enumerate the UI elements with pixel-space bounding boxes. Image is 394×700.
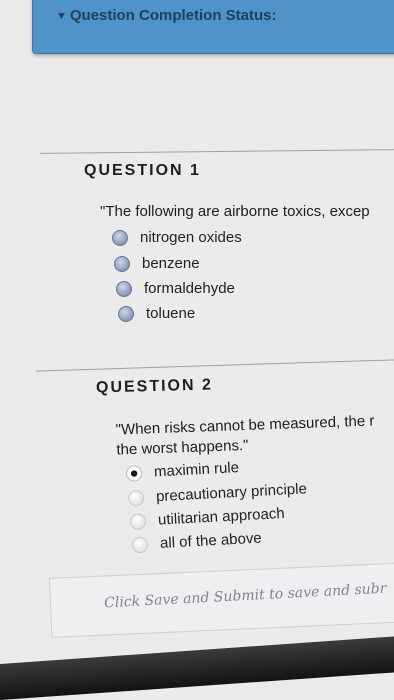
q2-option-2[interactable]: precautionary principle (127, 480, 308, 507)
completion-status-header[interactable]: ⯆ Question Completion Status: (32, 0, 394, 54)
option-label: utilitarian approach (157, 504, 286, 529)
option-label: precautionary principle (155, 480, 308, 506)
radio-button[interactable] (131, 536, 149, 553)
q2-option-1[interactable]: maximin rule (125, 459, 240, 482)
option-label: benzene (142, 255, 200, 272)
radio-button[interactable] (116, 280, 132, 297)
radio-button[interactable] (129, 512, 147, 530)
question-1-title: QUESTION 1 (84, 162, 201, 179)
completion-status-title: ⯆ Question Completion Status: (57, 7, 277, 24)
q1-option-1[interactable]: nitrogen oxides (112, 229, 242, 246)
question-2-text: "When risks cannot be measured, the r th… (115, 412, 375, 459)
option-label: all of the above (159, 529, 263, 552)
radio-button[interactable] (127, 489, 145, 507)
option-label: maximin rule (153, 459, 240, 481)
radio-button[interactable] (118, 305, 134, 322)
question-1-text: "The following are airborne toxics, exce… (100, 203, 370, 220)
radio-button-selected[interactable] (125, 464, 143, 482)
q2-option-3[interactable]: utilitarian approach (129, 504, 286, 530)
q1-option-3[interactable]: formaldehyde (116, 280, 235, 297)
divider (36, 359, 394, 372)
option-label: toluene (146, 305, 196, 322)
monitor-bezel (0, 636, 394, 700)
option-label: nitrogen oxides (140, 229, 242, 246)
question-2-title: QUESTION 2 (95, 376, 214, 397)
q1-option-2[interactable]: benzene (114, 255, 200, 272)
q2-option-4[interactable]: all of the above (131, 529, 263, 554)
q1-option-4[interactable]: toluene (118, 305, 195, 322)
option-label: formaldehyde (144, 280, 235, 297)
radio-button[interactable] (112, 229, 128, 246)
chevron-down-icon: ⯆ (57, 11, 66, 23)
radio-button[interactable] (114, 255, 130, 272)
divider (40, 149, 394, 154)
